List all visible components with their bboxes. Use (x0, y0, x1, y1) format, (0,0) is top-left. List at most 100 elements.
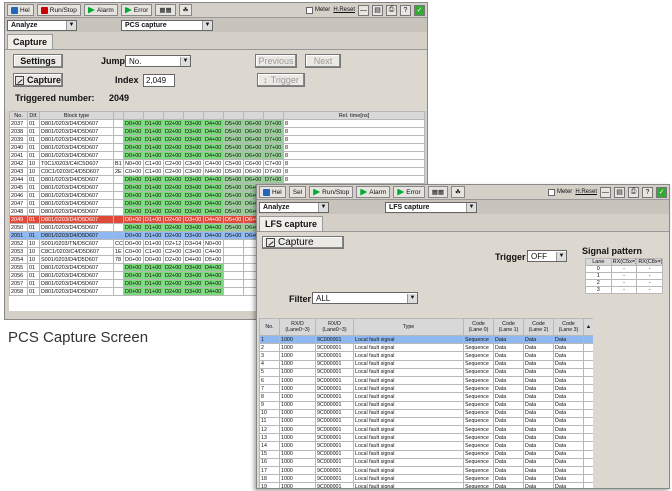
mode-dropdown[interactable]: Analyze ▼ (259, 201, 329, 213)
settings-button[interactable]: Settings (13, 54, 63, 68)
index-input[interactable]: 2,049 (143, 74, 175, 87)
tab-capture[interactable]: Capture (7, 34, 54, 49)
alarm-button[interactable]: Alarm (356, 186, 391, 198)
error-button[interactable]: Error (120, 4, 153, 16)
row-number: 2054 (9, 255, 28, 264)
meter-checkbox[interactable]: Meter (305, 6, 330, 14)
capture-button[interactable]: Capture (262, 236, 344, 249)
status-icon[interactable]: ✓ (656, 186, 667, 198)
row-cell: 1000 (279, 425, 316, 435)
row-block-type: S001/0203/D4/D5D607 (39, 255, 114, 264)
table-row[interactable]: 18 1000 9C000001 Local fault signal Sequence… (259, 474, 593, 484)
grid-button[interactable]: ▦▦ (155, 4, 176, 16)
table-row[interactable]: 9 1000 9C000001 Local fault signal Sequence D… (259, 400, 593, 410)
table-row[interactable]: 5 1000 9C000001 Local fault signal Sequence D… (259, 367, 593, 377)
run-stop-button[interactable]: Run/Stop (36, 4, 81, 16)
table-row[interactable]: 19 1000 9C000001 Local fault signal Sequence… (259, 482, 593, 488)
mode-dropdown[interactable]: Analyze ▼ (7, 19, 77, 31)
row-code-cell: D5+00 (223, 215, 244, 224)
table-row[interactable]: 8 1000 9C000001 Local fault signal Sequence D… (259, 392, 593, 402)
minimize-icon[interactable]: — (358, 4, 369, 16)
tree-button[interactable]: ☘ (451, 186, 465, 198)
trigger-dropdown[interactable]: OFF ▼ (527, 250, 567, 262)
meter-checkbox[interactable]: Meter (547, 188, 572, 196)
row-cell: 9C000001 (315, 433, 354, 443)
capture-button[interactable]: Capture (13, 73, 63, 87)
tree-button[interactable]: ☘ (178, 4, 193, 16)
table-row[interactable]: 2041 01 D801/0203/D4/D5D607 D0+00 D1+00 D2+00… (9, 151, 425, 160)
signal-pattern-cell: - (636, 286, 663, 294)
table-row[interactable]: 13 1000 9C000001 Local fault signal Sequence… (259, 433, 593, 443)
row-number: 2056 (9, 271, 28, 280)
table-row[interactable]: 2042 10 T0C1/0203/C4/C5D607 B1 N0+00 C1+00 C2+… (9, 159, 425, 168)
toolbar-button-0[interactable]: Hel (7, 4, 34, 16)
print-icon[interactable]: ⎙ (628, 186, 639, 198)
error-button[interactable]: Error (393, 186, 425, 198)
status-icon[interactable]: ✓ (414, 4, 425, 16)
hreset-link[interactable]: H.Reset (575, 189, 597, 195)
row-code-cell: D1+00 (143, 127, 164, 136)
table-row[interactable]: 2043 10 C0C1/0203/C4/D5D607 2E C0+00 C1+00 C2+… (9, 167, 425, 176)
save-icon[interactable]: ▤ (614, 186, 625, 198)
filter-dropdown[interactable]: ALL ▼ (312, 292, 418, 304)
table-row[interactable]: 7 1000 9C000001 Local fault signal Sequence D… (259, 384, 593, 394)
table-row[interactable]: 16 1000 9C000001 Local fault signal Sequence… (259, 457, 593, 468)
row-code-cell: D1+00 (143, 231, 164, 240)
table-row[interactable]: 15 1000 9C000001 Local fault signal Sequence… (259, 449, 593, 459)
alarm-button[interactable]: Alarm (83, 4, 118, 16)
row-code-cell: D5+00 (223, 175, 244, 184)
column-header (113, 111, 124, 120)
row-number: 2040 (9, 143, 28, 152)
capture-select-dropdown[interactable]: PCS capture ▼ (121, 19, 213, 31)
table-row[interactable]: 2039 01 D801/0203/D4/D5D607 D0+00 D1+00 D2+00… (9, 135, 425, 144)
tab-lfs-capture[interactable]: LFS capture (259, 216, 324, 231)
row-cell: Local fault signal (353, 441, 464, 451)
row-cell: Data (523, 416, 554, 427)
capture-select-dropdown[interactable]: LFS capture ▼ (385, 201, 477, 213)
row-code-cell: D4+00 (203, 215, 224, 224)
row-cell: Data (553, 392, 584, 402)
previous-button[interactable]: Previous (255, 54, 297, 68)
table-row[interactable]: 3 1000 9C000001 Local fault signal Sequence D… (259, 351, 593, 361)
help-icon[interactable]: ? (642, 186, 653, 198)
table-row[interactable]: 11 1000 9C000001 Local fault signal Sequence… (259, 416, 593, 427)
print-icon[interactable]: ⎙ (386, 4, 397, 16)
row-code-cell: D0+00 (123, 151, 144, 160)
help-icon[interactable]: ? (400, 4, 411, 16)
toolbar-button-0[interactable]: Hel (259, 186, 286, 198)
row-extra (113, 151, 124, 160)
table-row[interactable]: 17 1000 9C000001 Local fault signal Sequence… (259, 465, 593, 476)
minimize-icon[interactable]: — (600, 186, 611, 198)
table-row[interactable]: 10 1000 9C000001 Local fault signal Sequence… (259, 408, 593, 418)
row-cell: 9C000001 (315, 482, 354, 488)
row-cell: Data (553, 351, 584, 361)
row-extra (113, 287, 124, 296)
table-row[interactable]: 14 1000 9C000001 Local fault signal Sequence… (259, 441, 593, 451)
jump-dropdown[interactable]: No. ▼ (125, 55, 191, 67)
row-cell: Data (523, 367, 554, 377)
row-code-cell: D1+00 (143, 263, 164, 272)
table-row[interactable]: 2 1000 9C000001 Local fault signal Sequence D… (259, 343, 593, 353)
hreset-link[interactable]: H.Reset (333, 7, 355, 13)
row-rel-time: 8 (283, 127, 425, 136)
table-row[interactable]: 6 1000 9C000001 Local fault signal Sequence D… (259, 375, 593, 386)
select-button[interactable]: Sel (288, 186, 307, 198)
grid-button[interactable]: ▦▦ (427, 186, 449, 198)
row-rel-time: 8 (283, 167, 425, 176)
stop-icon (40, 6, 48, 14)
next-button[interactable]: Next (305, 54, 341, 68)
table-row[interactable]: 12 1000 9C000001 Local fault signal Sequence… (259, 425, 593, 435)
run-stop-button[interactable]: Run/Stop (309, 186, 354, 198)
table-row[interactable]: 2037 01 D801/0203/D4/D5D607 D0+00 D1+00 D2+00… (9, 119, 425, 128)
signal-pattern-cell: - (636, 279, 663, 287)
table-row[interactable]: 4 1000 9C000001 Local fault signal Sequence D… (259, 359, 593, 369)
trigger-button[interactable]: ↕ Trigger (257, 73, 305, 87)
row-block-type: D801/0203/D4/D5D607 (39, 119, 114, 128)
table-row[interactable]: 2038 01 D801/0203/D4/D5D607 D0+00 D1+00 D2+00… (9, 127, 425, 136)
column-header (203, 111, 224, 120)
table-row[interactable]: 1 1000 9C000001 Local fault signal Sequence D… (259, 334, 593, 345)
table-row[interactable]: 2044 01 D801/0203/D4/D5D607 D0+00 D1+00 D2+00… (9, 175, 425, 184)
save-icon[interactable]: ▤ (372, 4, 383, 16)
row-block-type: D801/0203/D4/D5D607 (39, 223, 114, 232)
table-row[interactable]: 2040 01 D801/0203/D4/D5D607 D0+00 D1+00 D2+00… (9, 143, 425, 152)
